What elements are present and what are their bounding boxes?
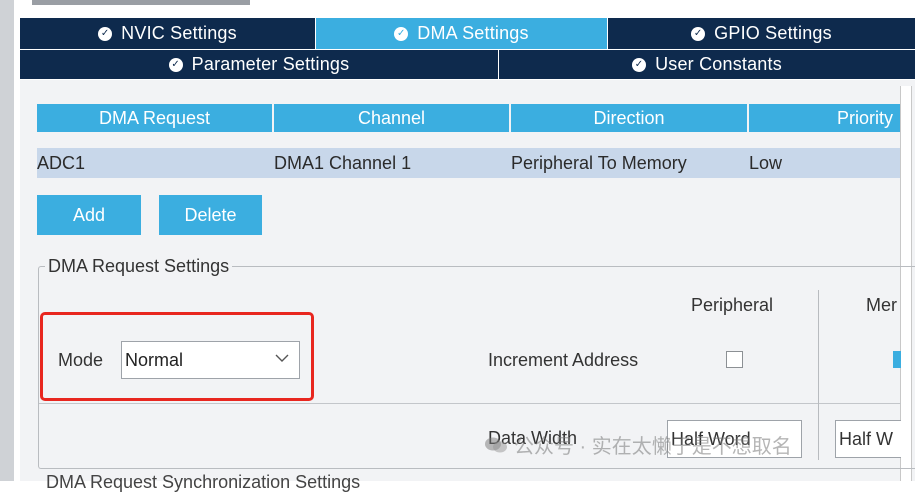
column-divider — [818, 290, 819, 460]
tab-label: DMA Settings — [417, 23, 529, 43]
top-bar-fragment — [32, 0, 250, 5]
tab-dma-settings[interactable]: ✓ DMA Settings — [316, 18, 607, 49]
table-cell-request[interactable]: ADC1 — [37, 148, 273, 178]
increment-memory-checkbox[interactable] — [893, 351, 901, 368]
watermark-text: 公众号 · 实在太懒于是不想取名 — [514, 436, 792, 458]
highlight-annotation-box — [40, 312, 314, 401]
check-circle-icon: ✓ — [691, 26, 706, 41]
tab-label: User Constants — [655, 54, 782, 74]
data-width-memory-select[interactable]: Half W — [835, 420, 901, 458]
wechat-icon — [485, 437, 507, 452]
check-circle-icon: ✓ — [632, 57, 647, 72]
tab-nvic-settings[interactable]: ✓ NVIC Settings — [20, 18, 315, 49]
column-header-dma-request[interactable]: DMA Request — [37, 104, 272, 132]
table-cell-channel[interactable]: DMA1 Channel 1 — [273, 148, 510, 178]
increment-peripheral-checkbox[interactable] — [726, 351, 743, 368]
tab-label: NVIC Settings — [121, 23, 237, 43]
column-header-direction[interactable]: Direction — [511, 104, 747, 132]
data-width-memory-value: Half W — [839, 428, 893, 449]
watermark: 公众号 · 实在太懒于是不想取名 — [484, 430, 792, 459]
table-cell-direction[interactable]: Peripheral To Memory — [510, 148, 748, 178]
check-circle-icon: ✓ — [98, 26, 113, 41]
delete-button[interactable]: Delete — [159, 195, 262, 235]
column-header-priority[interactable]: Priority — [749, 104, 900, 132]
group-legend: DMA Request Settings — [45, 256, 233, 277]
left-frame — [0, 0, 14, 481]
tab-label: GPIO Settings — [714, 23, 832, 43]
memory-column-label: Mer — [866, 295, 897, 315]
column-header-channel[interactable]: Channel — [274, 104, 509, 132]
tab-user-constants[interactable]: ✓ User Constants — [499, 50, 915, 79]
add-button[interactable]: Add — [37, 195, 141, 235]
divider — [39, 403, 901, 404]
tab-gpio-settings[interactable]: ✓ GPIO Settings — [608, 18, 915, 49]
check-circle-icon: ✓ — [394, 26, 409, 41]
tab-parameter-settings[interactable]: ✓ Parameter Settings — [20, 50, 498, 79]
check-circle-icon: ✓ — [168, 57, 183, 72]
increment-address-label: Increment Address — [488, 350, 639, 370]
tab-label: Parameter Settings — [191, 54, 350, 74]
table-cell-priority[interactable]: Low — [748, 148, 900, 178]
sync-settings-legend: DMA Request Synchronization Settings — [46, 472, 361, 492]
peripheral-column-label: Peripheral — [691, 295, 774, 315]
